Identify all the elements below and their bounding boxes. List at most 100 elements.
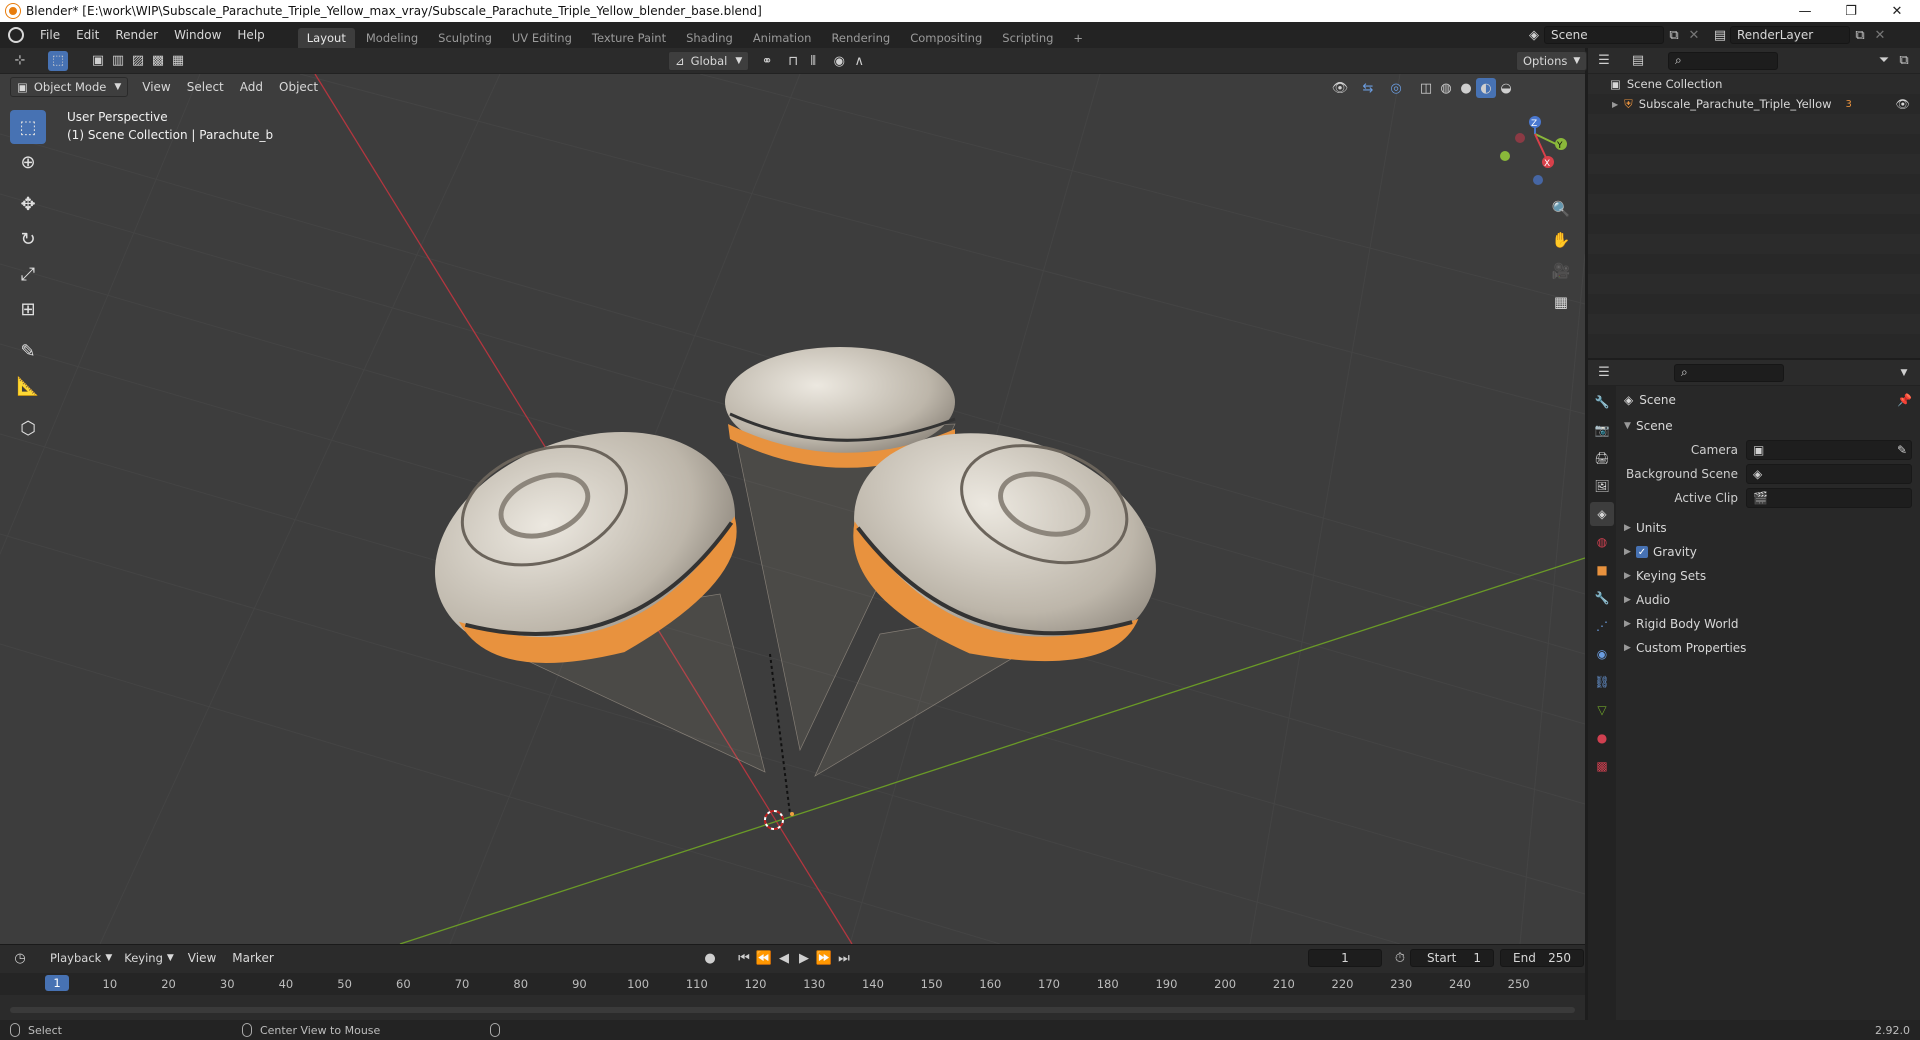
expand-arrow-icon[interactable]: ▶	[1612, 100, 1618, 109]
data-tab-icon[interactable]: ▽	[1590, 698, 1614, 722]
properties-editor-type-icon[interactable]: ☰	[1594, 363, 1614, 383]
panel-keying-sets[interactable]: ▶ Keying Sets	[1618, 564, 1920, 588]
tab-texture-paint[interactable]: Texture Paint	[583, 28, 675, 48]
current-frame-field[interactable]: 1	[1308, 949, 1382, 967]
pan-hand-icon[interactable]: ✋	[1548, 227, 1574, 253]
next-keyframe-icon[interactable]: ⏩	[814, 948, 834, 968]
tab-sculpting[interactable]: Sculpting	[429, 28, 501, 48]
display-mode-icon[interactable]: ▤	[1628, 51, 1648, 71]
ortho-grid-icon[interactable]: ▦	[1548, 289, 1574, 315]
select-mode-invert-icon[interactable]: ▩	[148, 51, 168, 71]
tab-animation[interactable]: Animation	[744, 28, 821, 48]
timeline-marker-menu[interactable]: Marker	[224, 951, 281, 965]
filter-icon[interactable]: ⏷	[1874, 51, 1894, 71]
select-mode-new-icon[interactable]: ▣	[88, 51, 108, 71]
camera-view-icon[interactable]: 🎥	[1548, 258, 1574, 284]
start-frame-field[interactable]: Start 1	[1410, 949, 1494, 967]
object-tab-icon[interactable]: ■	[1590, 558, 1614, 582]
world-tab-icon[interactable]: ◍	[1590, 530, 1614, 554]
panel-audio[interactable]: ▶ Audio	[1618, 588, 1920, 612]
delete-renderlayer-icon[interactable]: ✕	[1870, 25, 1890, 45]
snap-target-icon[interactable]: ⦀	[803, 51, 823, 71]
3d-viewport[interactable]: Z Y X 👁 ⇆ ◎ ◫ ◍ ● ◐ ◒	[0, 74, 1585, 944]
menu-select[interactable]: Select	[179, 80, 232, 94]
view-layer-tab-icon[interactable]: 🖼	[1590, 474, 1614, 498]
minimize-button[interactable]: —	[1782, 0, 1828, 22]
scene-tab-icon[interactable]: ◈	[1590, 502, 1614, 526]
blender-menu-icon[interactable]	[8, 27, 24, 43]
select-box-tool-icon[interactable]: ⬚	[10, 110, 46, 144]
falloff-icon[interactable]: ∧	[849, 51, 869, 71]
renderlayer-field[interactable]: RenderLayer	[1730, 26, 1850, 44]
scene-section-header[interactable]: ▼ Scene	[1618, 414, 1920, 438]
outliner-editor-type-icon[interactable]: ☰	[1594, 51, 1614, 71]
eyedropper-icon[interactable]: ✎	[1897, 443, 1907, 457]
keying-menu[interactable]: Keying ▼	[118, 948, 180, 968]
add-cube-tool-icon[interactable]: ⬡	[10, 411, 46, 445]
active-clip-field[interactable]: 🎬	[1746, 488, 1912, 508]
material-tab-icon[interactable]: ●	[1590, 726, 1614, 750]
delete-scene-icon[interactable]: ✕	[1684, 25, 1704, 45]
new-renderlayer-icon[interactable]: ⧉	[1850, 25, 1870, 45]
gravity-checkbox[interactable]: ✓	[1636, 546, 1648, 558]
playhead[interactable]: 1	[45, 975, 69, 991]
jump-start-icon[interactable]: ⏮	[734, 948, 754, 968]
menu-view[interactable]: View	[134, 80, 178, 94]
properties-search-input[interactable]: ⌕	[1674, 363, 1784, 382]
playback-menu[interactable]: Playback ▼	[44, 948, 118, 968]
play-icon[interactable]: ▶	[794, 948, 814, 968]
constraints-tab-icon[interactable]: ⛓	[1590, 670, 1614, 694]
outliner-row-object[interactable]: ▶ ⛨ Subscale_Parachute_Triple_Yellow 3 👁	[1588, 94, 1920, 114]
proportional-edit-icon[interactable]: ◉	[829, 51, 849, 71]
frame-ruler[interactable]: 1 10 20 30 40 50 60 70 80 90 100 110 120 130 140 150 16…	[0, 973, 1585, 995]
outliner-row-scene-collection[interactable]: ▣ Scene Collection	[1588, 74, 1920, 94]
options-dropdown[interactable]: Options ▼	[1516, 51, 1588, 71]
menu-object[interactable]: Object	[271, 80, 326, 94]
prev-keyframe-icon[interactable]: ⏪	[754, 948, 774, 968]
jump-end-icon[interactable]: ⏭	[834, 948, 854, 968]
tab-layout[interactable]: Layout	[297, 28, 355, 48]
record-icon[interactable]: ●	[700, 948, 720, 968]
select-mode-extend-icon[interactable]: ▥	[108, 51, 128, 71]
output-tab-icon[interactable]: 🖨	[1590, 446, 1614, 470]
measure-tool-icon[interactable]: 📐	[10, 369, 46, 403]
rotate-tool-icon[interactable]: ↻	[10, 222, 46, 256]
menu-window[interactable]: Window	[166, 28, 229, 42]
menu-add[interactable]: Add	[232, 80, 271, 94]
close-button[interactable]: ✕	[1874, 0, 1920, 22]
modifier-tab-icon[interactable]: 🔧	[1590, 586, 1614, 610]
menu-help[interactable]: Help	[229, 28, 272, 42]
select-tool-icon[interactable]: ⬚	[48, 50, 68, 71]
menu-edit[interactable]: Edit	[68, 28, 107, 42]
tab-uv-editing[interactable]: UV Editing	[503, 28, 581, 48]
eye-icon[interactable]: 👁	[1895, 97, 1910, 111]
transform-tool-icon[interactable]: ⊞	[10, 292, 46, 326]
panel-rigid-body-world[interactable]: ▶ Rigid Body World	[1618, 612, 1920, 636]
tab-modeling[interactable]: Modeling	[357, 28, 427, 48]
cursor-tool-icon[interactable]: ⊕	[10, 145, 46, 179]
panel-gravity[interactable]: ▶ ✓ Gravity	[1618, 540, 1920, 564]
select-mode-intersect-icon[interactable]: ▦	[168, 51, 188, 71]
maximize-button[interactable]: ❐	[1828, 0, 1874, 22]
camera-field[interactable]: ▣ ✎	[1746, 440, 1912, 460]
particles-tab-icon[interactable]: ⋰	[1590, 614, 1614, 638]
physics-tab-icon[interactable]: ◉	[1590, 642, 1614, 666]
background-scene-field[interactable]: ◈	[1746, 464, 1912, 484]
panel-units[interactable]: ▶ Units	[1618, 516, 1920, 540]
render-tab-icon[interactable]: 📷	[1590, 418, 1614, 442]
chevron-down-icon[interactable]: ▼	[1894, 363, 1914, 383]
stopwatch-icon[interactable]: ⏱	[1390, 948, 1410, 968]
new-scene-icon[interactable]: ⧉	[1664, 25, 1684, 45]
timeline-editor-type-icon[interactable]: ◷	[10, 948, 30, 968]
editor-type-icon[interactable]: ⊹	[10, 51, 30, 71]
tab-rendering[interactable]: Rendering	[822, 28, 899, 48]
annotate-tool-icon[interactable]: ✎	[10, 334, 46, 368]
add-workspace-button[interactable]: +	[1064, 28, 1092, 48]
timeline-view-menu[interactable]: View	[180, 951, 224, 965]
transform-orientation-dropdown[interactable]: ⊿ Global ▼	[668, 51, 750, 71]
menu-render[interactable]: Render	[107, 28, 166, 42]
tab-compositing[interactable]: Compositing	[901, 28, 991, 48]
outliner-search-input[interactable]: ⌕	[1668, 51, 1778, 70]
pin-icon[interactable]: 📌	[1897, 393, 1912, 407]
mode-dropdown[interactable]: ▣ Object Mode ▼	[10, 77, 129, 97]
